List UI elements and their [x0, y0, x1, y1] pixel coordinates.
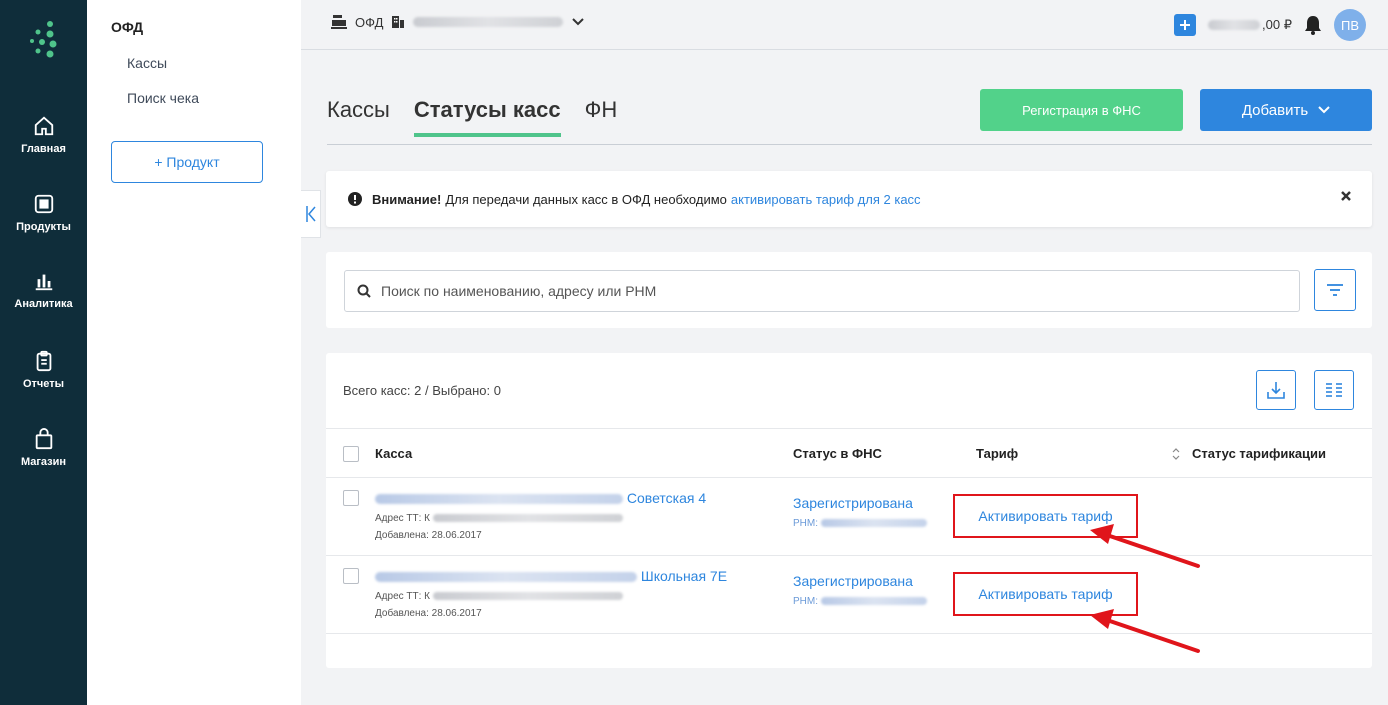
nav-reports[interactable]: Отчеты — [0, 350, 87, 390]
rnm-label: РНМ: — [793, 596, 818, 607]
download-icon — [1267, 382, 1285, 399]
clipboard-icon — [36, 350, 51, 372]
tab-kassa-statuses[interactable]: Статусы касс — [413, 97, 561, 137]
balance-suffix: ,00 ₽ — [1262, 17, 1292, 32]
nav-shop-label: Магазин — [20, 456, 67, 468]
search-panel — [326, 252, 1372, 328]
column-tariff[interactable]: Тариф — [976, 446, 1018, 461]
columns-settings-button[interactable] — [1314, 370, 1354, 410]
tariff-warning-alert: Внимание! Для передачи данных касс в ОФД… — [326, 171, 1372, 227]
balance-redacted — [1208, 20, 1261, 30]
kassa-name-redacted — [375, 494, 623, 505]
building-icon — [392, 16, 405, 28]
kassa-address-redacted — [432, 592, 623, 601]
ofd-sidebar: ОФД Кассы Поиск чека + Продукт — [87, 0, 301, 705]
kassa-added-date: Добавлена: 28.06.2017 — [375, 530, 482, 541]
rnm: РНМ: — [793, 518, 927, 529]
page-tabs: Кассы Статусы касс ФН — [327, 97, 617, 137]
nav-home-label: Главная — [21, 143, 66, 155]
activate-tariff-link[interactable]: активировать тариф для 2 касс — [731, 192, 921, 207]
column-tariff-status[interactable]: Статус тарификации — [1192, 446, 1326, 461]
register-fns-button[interactable]: Регистрация в ФНС — [980, 89, 1183, 131]
kassa-added-date: Добавлена: 28.06.2017 — [375, 608, 482, 619]
bell-icon[interactable] — [1304, 15, 1322, 35]
sidebar-item-kassy[interactable]: Кассы — [127, 55, 167, 71]
sidebar-title: ОФД — [111, 19, 144, 35]
search-icon — [357, 284, 371, 298]
alert-bold: Внимание! — [372, 191, 442, 207]
chevron-down-icon — [572, 18, 585, 26]
cash-register-icon — [331, 15, 347, 29]
kassa-count: Всего касс: 2 / Выбрано: 0 — [343, 383, 501, 398]
columns-icon — [1326, 383, 1342, 397]
collapse-sidebar-button[interactable] — [301, 190, 321, 238]
tab-fn[interactable]: ФН — [585, 97, 618, 137]
kassa-address: Адрес ТТ: К — [375, 591, 623, 602]
org-selector[interactable]: ОФД — [331, 14, 585, 30]
kassa-name-redacted — [375, 572, 637, 583]
rnm-redacted — [820, 519, 927, 528]
warning-icon — [348, 192, 362, 206]
kassa-name-link[interactable]: Советская 4 — [375, 490, 706, 506]
tab-kassy[interactable]: Кассы — [327, 97, 390, 137]
grid-icon — [34, 194, 53, 214]
nav-shop[interactable]: Магазин — [0, 428, 87, 468]
filter-icon — [1327, 284, 1343, 296]
column-kassa[interactable]: Касса — [375, 446, 412, 461]
chevron-down-icon — [1318, 106, 1330, 114]
kassa-address: Адрес ТТ: К — [375, 513, 623, 524]
column-fns-status[interactable]: Статус в ФНС — [793, 446, 882, 461]
balance: ,00 ₽ — [1208, 17, 1292, 33]
sidebar-item-receipt-search[interactable]: Поиск чека — [127, 90, 199, 106]
fns-status-link[interactable]: Зарегистрирована — [793, 573, 913, 589]
nav-analytics-label: Аналитика — [14, 298, 73, 310]
rnm-label: РНМ: — [793, 518, 818, 529]
logo-icon — [30, 21, 57, 58]
kassa-name-suffix: Советская 4 — [626, 490, 707, 506]
avatar[interactable]: ПВ — [1334, 9, 1366, 41]
add-button[interactable]: Добавить — [1200, 89, 1372, 131]
activate-tariff-button[interactable]: Активировать тариф — [978, 586, 1112, 602]
top-header: ОФД ,00 ₽ ПВ — [301, 0, 1388, 50]
chart-icon — [35, 274, 52, 291]
fns-status-link[interactable]: Зарегистрирована — [793, 495, 913, 511]
search-box — [344, 270, 1300, 312]
alert-text: Для передачи данных касс в ОФД необходим… — [445, 191, 727, 207]
add-button-label: Добавить — [1241, 101, 1309, 119]
annotation-arrow-icon — [1090, 524, 1200, 568]
kassa-address-label: Адрес ТТ: К — [375, 513, 431, 524]
kassa-address-redacted — [432, 514, 623, 523]
nav-reports-label: Отчеты — [22, 378, 65, 390]
add-funds-button[interactable] — [1174, 14, 1197, 36]
search-input[interactable] — [381, 283, 1281, 299]
rnm: РНМ: — [793, 596, 927, 607]
rnm-redacted — [820, 597, 927, 606]
register-fns-label: Регистрация в ФНС — [1022, 102, 1141, 118]
ofd-label: ОФД — [355, 14, 384, 30]
add-product-button[interactable]: + Продукт — [111, 141, 263, 183]
kassa-name-link[interactable]: Школьная 7Е — [375, 568, 727, 584]
org-name-redacted — [413, 17, 564, 27]
sort-icon[interactable] — [1172, 447, 1180, 461]
kassa-address-label: Адрес ТТ: К — [375, 591, 431, 602]
select-all-checkbox[interactable] — [343, 446, 359, 462]
plus-icon — [1180, 20, 1191, 30]
nav-analytics[interactable]: Аналитика — [0, 270, 87, 310]
row-checkbox[interactable] — [343, 490, 359, 506]
main-nav-rail: Главная Продукты Аналитика Отчеты Магази… — [0, 0, 87, 705]
nav-products[interactable]: Продукты — [0, 193, 87, 233]
kassa-name-suffix: Школьная 7Е — [640, 568, 728, 584]
collapse-left-icon — [305, 206, 316, 222]
filter-button[interactable] — [1314, 269, 1356, 311]
nav-products-label: Продукты — [16, 221, 71, 233]
table-header: Касса Статус в ФНС Тариф Статус тарифика… — [326, 428, 1372, 478]
annotation-arrow-icon — [1090, 609, 1200, 653]
tabs-divider — [327, 144, 1372, 145]
row-checkbox[interactable] — [343, 568, 359, 584]
home-icon — [34, 116, 53, 136]
bag-icon — [35, 428, 52, 450]
download-button[interactable] — [1256, 370, 1296, 410]
close-icon[interactable] — [1340, 190, 1352, 202]
nav-home[interactable]: Главная — [0, 115, 87, 155]
